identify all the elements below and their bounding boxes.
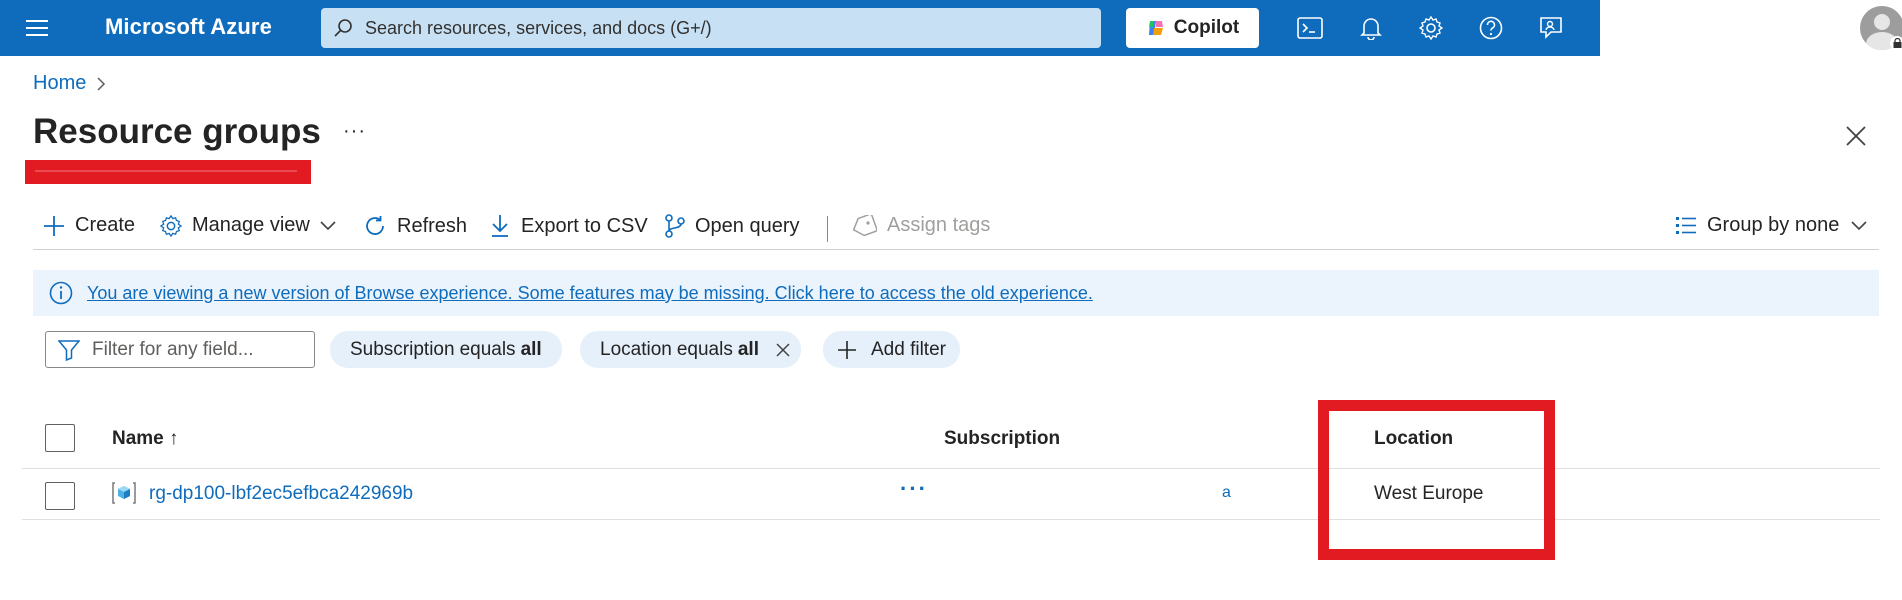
chevron-down-icon <box>1851 220 1867 230</box>
help-icon[interactable] <box>1477 14 1505 42</box>
row-checkbox[interactable] <box>45 482 75 510</box>
copilot-icon <box>1148 21 1163 35</box>
select-all-checkbox[interactable] <box>45 424 75 452</box>
refresh-icon <box>366 216 384 235</box>
breadcrumb-home-link[interactable]: Home <box>33 72 86 95</box>
brand-title[interactable]: Microsoft Azure <box>105 14 272 40</box>
create-button[interactable]: Create <box>43 214 135 237</box>
subscription-cell[interactable]: a <box>1222 484 1231 502</box>
gear-icon <box>160 214 182 237</box>
add-filter-button[interactable]: Add filter <box>823 331 960 368</box>
location-filter-op: equals <box>676 338 733 360</box>
open-query-button[interactable]: Open query <box>665 214 800 238</box>
add-filter-label: Add filter <box>871 338 946 360</box>
copilot-button[interactable]: Copilot <box>1126 8 1259 48</box>
table-header: Name ↑ Subscription Location <box>22 417 1880 469</box>
refresh-label: Refresh <box>397 214 468 237</box>
export-csv-button[interactable]: Export to CSV <box>489 214 648 238</box>
annotation-underline <box>25 160 311 184</box>
resource-group-icon <box>112 482 136 504</box>
filter-input[interactable] <box>92 338 302 361</box>
chevron-down-icon <box>320 220 336 230</box>
info-banner: You are viewing a new version of Browse … <box>33 270 1879 316</box>
top-navigation-bar: Microsoft Azure Copilot <box>0 0 1600 56</box>
search-icon <box>334 19 352 37</box>
command-bar: Create Manage view Refresh Export to CSV… <box>33 206 1879 250</box>
search-input[interactable] <box>365 17 1065 39</box>
subscription-filter-pill[interactable]: Subscription equals all <box>330 331 562 368</box>
chevron-right-icon <box>97 76 106 91</box>
row-more-button[interactable]: ··· <box>900 476 928 502</box>
resource-group-name-link[interactable]: rg-dp100-lbf2ec5efbca242969b <box>149 483 413 505</box>
location-filter-pill[interactable]: Location equals all <box>580 331 801 368</box>
table-row: rg-dp100-lbf2ec5efbca242969b ··· a West … <box>22 470 1880 520</box>
query-icon <box>665 214 685 238</box>
location-filter-field: Location <box>600 338 672 360</box>
copilot-label: Copilot <box>1173 17 1240 38</box>
column-header-name[interactable]: Name ↑ <box>112 428 179 450</box>
group-by-dropdown[interactable]: Group by none <box>1675 214 1867 237</box>
bell-icon[interactable] <box>1357 14 1385 42</box>
open-query-label: Open query <box>695 214 800 237</box>
download-icon <box>492 215 508 237</box>
menu-icon[interactable] <box>26 17 50 39</box>
cloud-shell-icon[interactable] <box>1296 14 1324 42</box>
old-experience-link[interactable]: You are viewing a new version of Browse … <box>87 283 1093 304</box>
page-title: Resource groups <box>33 112 321 151</box>
annotation-highlight-box <box>1318 400 1555 560</box>
breadcrumb: Home <box>33 72 106 95</box>
plus-icon <box>44 215 64 236</box>
location-filter-value: all <box>737 338 759 360</box>
plus-icon <box>838 340 856 359</box>
remove-filter-icon[interactable] <box>775 342 791 358</box>
assign-tags-button[interactable]: Assign tags <box>851 214 990 237</box>
manage-view-button[interactable]: Manage view <box>160 214 336 237</box>
feedback-icon[interactable] <box>1537 14 1565 42</box>
refresh-button[interactable]: Refresh <box>363 214 467 238</box>
subscription-filter-value: all <box>520 338 542 360</box>
gear-icon[interactable] <box>1417 14 1445 42</box>
global-search[interactable] <box>321 8 1101 48</box>
account-menu[interactable] <box>1860 6 1902 50</box>
export-csv-label: Export to CSV <box>521 214 648 237</box>
subscription-filter-op: equals <box>459 338 516 360</box>
tag-icon <box>852 214 877 236</box>
list-icon <box>1676 216 1696 234</box>
group-by-label: Group by none <box>1707 214 1840 236</box>
filter-icon <box>58 339 80 361</box>
filter-field[interactable] <box>45 331 315 368</box>
manage-view-label: Manage view <box>192 214 310 236</box>
info-icon <box>49 281 73 305</box>
column-header-subscription[interactable]: Subscription <box>944 428 1060 450</box>
create-label: Create <box>75 214 136 236</box>
close-icon[interactable] <box>1842 122 1870 150</box>
assign-tags-label: Assign tags <box>887 214 991 236</box>
lock-icon <box>1890 36 1902 50</box>
more-options-button[interactable]: ··· <box>343 120 366 143</box>
toolbar-divider <box>827 216 828 242</box>
subscription-filter-field: Subscription <box>350 338 455 360</box>
